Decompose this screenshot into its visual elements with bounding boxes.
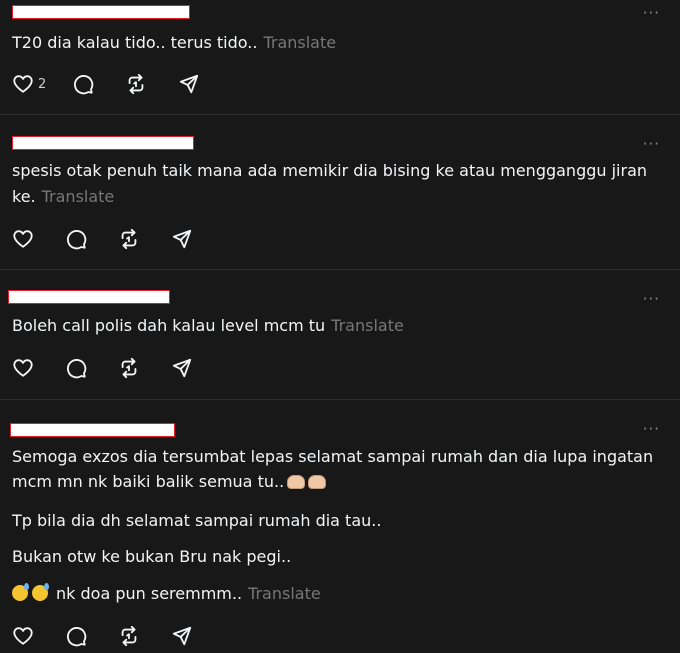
post-actions xyxy=(12,227,224,251)
more-options-icon[interactable]: ··· xyxy=(643,137,660,152)
like-count: 2 xyxy=(38,76,47,92)
post-actions: 2 xyxy=(12,72,231,96)
repost-button[interactable] xyxy=(118,625,140,647)
translate-link[interactable]: Translate xyxy=(263,33,336,52)
heart-icon xyxy=(13,627,33,645)
heart-icon xyxy=(13,75,33,93)
repost-icon xyxy=(121,357,137,379)
reply-button[interactable] xyxy=(65,625,87,647)
reply-button[interactable] xyxy=(65,228,87,250)
translate-link[interactable]: Translate xyxy=(42,187,115,206)
post-text: Boleh call polis dah kalau level mcm tu T… xyxy=(12,316,404,335)
reply-post-4: ··· Semoga exzos dia tersumbat lepas sel… xyxy=(0,400,680,653)
like-button[interactable] xyxy=(12,357,34,379)
translate-link[interactable]: Translate xyxy=(331,316,404,335)
more-options-icon[interactable]: ··· xyxy=(643,292,660,307)
repost-button[interactable] xyxy=(118,228,140,250)
grinning-sweat-emoji xyxy=(32,583,49,601)
share-button[interactable] xyxy=(171,357,193,379)
repost-icon xyxy=(128,73,144,95)
reply-button[interactable] xyxy=(65,357,87,379)
post-text: mcm mn nk baiki balik semua tu.. xyxy=(12,472,327,492)
share-icon xyxy=(180,74,199,94)
grinning-sweat-emoji xyxy=(12,583,29,601)
share-button[interactable] xyxy=(171,625,193,647)
redacted-username xyxy=(12,5,190,19)
like-button[interactable] xyxy=(12,228,34,250)
repost-icon xyxy=(121,625,137,647)
post-text: Semoga exzos dia tersumbat lepas selamat… xyxy=(12,447,654,466)
repost-icon xyxy=(121,228,137,250)
post-text: Bukan otw ke bukan Bru nak pegi.. xyxy=(12,547,292,566)
comment-icon xyxy=(67,627,87,647)
repost-button[interactable] xyxy=(118,357,140,379)
more-options-icon[interactable]: ··· xyxy=(643,422,660,437)
redacted-username xyxy=(10,423,175,437)
more-options-icon[interactable]: ··· xyxy=(643,6,660,21)
praying-hands-emoji xyxy=(287,475,306,489)
reply-post-1: ··· T20 dia kalau tido.. terus tido.. Tra… xyxy=(0,0,680,113)
reply-button[interactable] xyxy=(72,73,94,95)
like-button[interactable]: 2 xyxy=(12,73,46,95)
post-text: T20 dia kalau tido.. terus tido.. Transla… xyxy=(12,33,337,52)
like-button[interactable] xyxy=(12,625,34,647)
share-icon xyxy=(172,358,192,378)
comment-icon xyxy=(74,75,94,95)
post-text: nk doa pun seremmm.. Translate xyxy=(12,583,321,604)
praying-hands-emoji xyxy=(308,475,327,489)
reply-post-2: ··· spesis otak penuh taik mana ada memi… xyxy=(0,115,680,269)
post-text: Tp bila dia dh selamat sampai rumah dia … xyxy=(12,511,382,530)
share-icon xyxy=(172,626,192,646)
thread-feed: ··· T20 dia kalau tido.. terus tido.. Tra… xyxy=(0,0,680,653)
heart-icon xyxy=(13,359,33,377)
post-text: spesis otak penuh taik mana ada memikir … xyxy=(12,161,648,180)
heart-icon xyxy=(13,230,33,248)
share-icon xyxy=(172,229,192,249)
share-button[interactable] xyxy=(171,228,193,250)
redacted-username xyxy=(8,290,170,304)
post-actions xyxy=(12,356,224,380)
redacted-username xyxy=(12,136,194,150)
post-text: ke. Translate xyxy=(12,187,115,206)
comment-icon xyxy=(67,359,87,379)
post-actions xyxy=(12,624,224,648)
comment-icon xyxy=(67,230,87,250)
share-button[interactable] xyxy=(178,73,200,95)
reply-post-3: ··· Boleh call polis dah kalau level mcm… xyxy=(0,270,680,399)
repost-button[interactable] xyxy=(125,73,147,95)
translate-link[interactable]: Translate xyxy=(248,584,321,603)
